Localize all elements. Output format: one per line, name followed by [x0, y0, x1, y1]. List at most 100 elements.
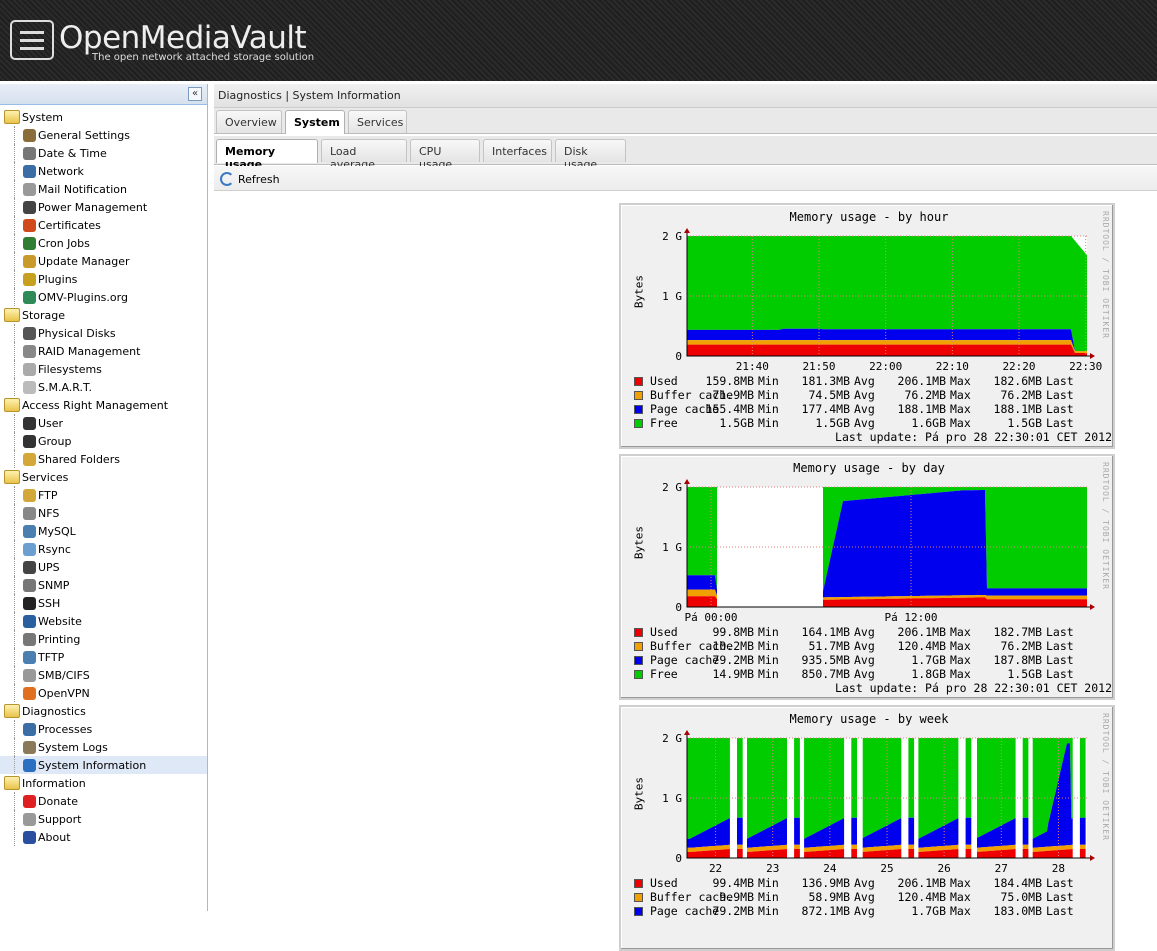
legend-min-value: 79.2MB [712, 904, 754, 918]
sidebar-item-about[interactable]: About [23, 828, 71, 846]
disk-icon [23, 326, 36, 340]
legend-row: Buffer cache 71.9MB Min 74.5MB Avg 76.2MB Max 7… [634, 388, 1114, 402]
sidebar-item-donate[interactable]: Donate [23, 792, 78, 810]
sidebar-item-label: SNMP [38, 578, 70, 592]
sidebar-item-group[interactable]: Group [23, 432, 72, 450]
legend-stat-label: Avg [854, 374, 875, 388]
legend-stat-label: Max [950, 904, 971, 918]
legend-avg-value: 935.5MB [801, 653, 850, 667]
sidebar-item-label: General Settings [38, 128, 130, 142]
legend-swatch [634, 907, 643, 916]
sidebar-item-mail-notification[interactable]: Mail Notification [23, 180, 127, 198]
legend-max-value: 1.6GB [911, 416, 946, 430]
x-tick-label: Pá 12:00 [885, 611, 938, 624]
sidebar-item-cron-jobs[interactable]: Cron Jobs [23, 234, 90, 252]
legend-stat-label: Last [1046, 876, 1074, 890]
sidebar-item-smb-cifs[interactable]: SMB/CIFS [23, 666, 90, 684]
legend-stat-label: Min [758, 402, 779, 416]
sidebar-item-ups[interactable]: UPS [23, 558, 60, 576]
sidebar-item-services[interactable]: Services [4, 468, 68, 486]
legend-swatch [634, 377, 643, 386]
tab-services[interactable]: Services [348, 110, 407, 133]
legend-stat-label: Min [758, 625, 779, 639]
sidebar-item-ftp[interactable]: FTP [23, 486, 58, 504]
legend-stat-label: Last [1046, 388, 1074, 402]
sidebar-item-plugins[interactable]: Plugins [23, 270, 77, 288]
app-slogan: The open network attached storage soluti… [92, 52, 315, 63]
sidebar-item-support[interactable]: Support [23, 810, 81, 828]
sidebar-item-label: Date & Time [38, 146, 107, 160]
graph-legend: Used 99.4MB Min 136.9MB Avg 206.1MB Max 184.4MB… [634, 876, 1114, 918]
sidebar-item-label: Diagnostics [22, 704, 86, 718]
y-tick-label: 0 [675, 852, 682, 865]
tab-cpu-usage[interactable]: CPU usage [410, 139, 480, 171]
legend-last-value: 76.2MB [1000, 388, 1042, 402]
sidebar-item-omv-plugins-org[interactable]: OMV-Plugins.org [23, 288, 128, 306]
sidebar-item-update-manager[interactable]: Update Manager [23, 252, 130, 270]
sidebar-item-printing[interactable]: Printing [23, 630, 80, 648]
sidebar-item-label: OpenVPN [38, 686, 90, 700]
collapse-sidebar-button[interactable]: « [188, 87, 202, 101]
legend-stat-label: Last [1046, 667, 1074, 681]
sidebar-item-date-time[interactable]: Date & Time [23, 144, 107, 162]
y-tick-label: 1 G [662, 290, 682, 303]
y-tick-label: 2 G [662, 481, 682, 494]
legend-row: Free 14.9MB Min 850.7MB Avg 1.8GB Max 1.5GB Last [634, 667, 1114, 681]
refresh-button[interactable]: Refresh [220, 172, 280, 186]
refresh-icon [220, 172, 234, 186]
sidebar-item-ssh[interactable]: SSH [23, 594, 60, 612]
sidebar-item-rsync[interactable]: Rsync [23, 540, 71, 558]
sidebar-item-storage[interactable]: Storage [4, 306, 65, 324]
legend-swatch [634, 405, 643, 414]
sidebar-item-openvpn[interactable]: OpenVPN [23, 684, 90, 702]
tab-memory-usage[interactable]: Memory usage [216, 139, 318, 171]
legend-min-value: 99.8MB [712, 625, 754, 639]
tab-load-average[interactable]: Load average [321, 139, 407, 171]
sidebar-item-shared-folders[interactable]: Shared Folders [23, 450, 120, 468]
legend-avg-value: 74.5MB [808, 388, 850, 402]
sidebar-item-mysql[interactable]: MySQL [23, 522, 76, 540]
sidebar-item-raid-management[interactable]: RAID Management [23, 342, 140, 360]
legend-stat-label: Last [1046, 416, 1074, 430]
legend-row: Page cache 155.4MB Min 177.4MB Avg 188.1MB Max… [634, 402, 1114, 416]
sidebar-item-filesystems[interactable]: Filesystems [23, 360, 102, 378]
sidebar-item-network[interactable]: Network [23, 162, 84, 180]
mysql-icon [23, 524, 36, 538]
sidebar-item-user[interactable]: User [23, 414, 63, 432]
legend-min-value: 9.9MB [719, 890, 754, 904]
sidebar-item-processes[interactable]: Processes [23, 720, 92, 738]
sidebar-item-information[interactable]: Information [4, 774, 86, 792]
y-tick-label: 1 G [662, 541, 682, 554]
tab-overview[interactable]: Overview [216, 110, 282, 133]
legend-min-value: 71.9MB [712, 388, 754, 402]
sidebar-item-website[interactable]: Website [23, 612, 82, 630]
tab-disk-usage[interactable]: Disk usage [555, 139, 626, 171]
used-area [687, 344, 1087, 356]
sidebar-item-system[interactable]: System [4, 108, 63, 126]
sidebar-item-snmp[interactable]: SNMP [23, 576, 69, 594]
sidebar-item-tftp[interactable]: TFTP [23, 648, 64, 666]
tab-interfaces[interactable]: Interfaces [483, 139, 552, 162]
sidebar-item-access-right-management[interactable]: Access Right Management [4, 396, 168, 414]
sidebar-item-label: Support [38, 812, 82, 826]
sidebar-item-power-management[interactable]: Power Management [23, 198, 147, 216]
x-tick-label: 28 [1052, 862, 1065, 875]
x-axis-arrow [1090, 855, 1095, 861]
sidebar-item-system-logs[interactable]: System Logs [23, 738, 108, 756]
legend-swatch [634, 419, 643, 428]
tools-icon [23, 128, 36, 142]
legend-swatch [634, 893, 643, 902]
sidebar-item-label: System Logs [38, 740, 108, 754]
sidebar-item-system-information[interactable]: System Information [0, 756, 207, 774]
tab-system[interactable]: System [285, 110, 345, 134]
sidebar-item-general-settings[interactable]: General Settings [23, 126, 130, 144]
sidebar-item-physical-disks[interactable]: Physical Disks [23, 324, 116, 342]
sidebar-item-nfs[interactable]: NFS [23, 504, 59, 522]
sidebar-item-s-m-a-r-t[interactable]: S.M.A.R.T. [23, 378, 92, 396]
y-tick-label: 1 G [662, 792, 682, 805]
x-tick-label: Pá 00:00 [685, 611, 738, 624]
sidebar-item-certificates[interactable]: Certificates [23, 216, 101, 234]
legend-stat-label: Avg [854, 653, 875, 667]
legend-swatch [634, 670, 643, 679]
sidebar-item-diagnostics[interactable]: Diagnostics [4, 702, 86, 720]
